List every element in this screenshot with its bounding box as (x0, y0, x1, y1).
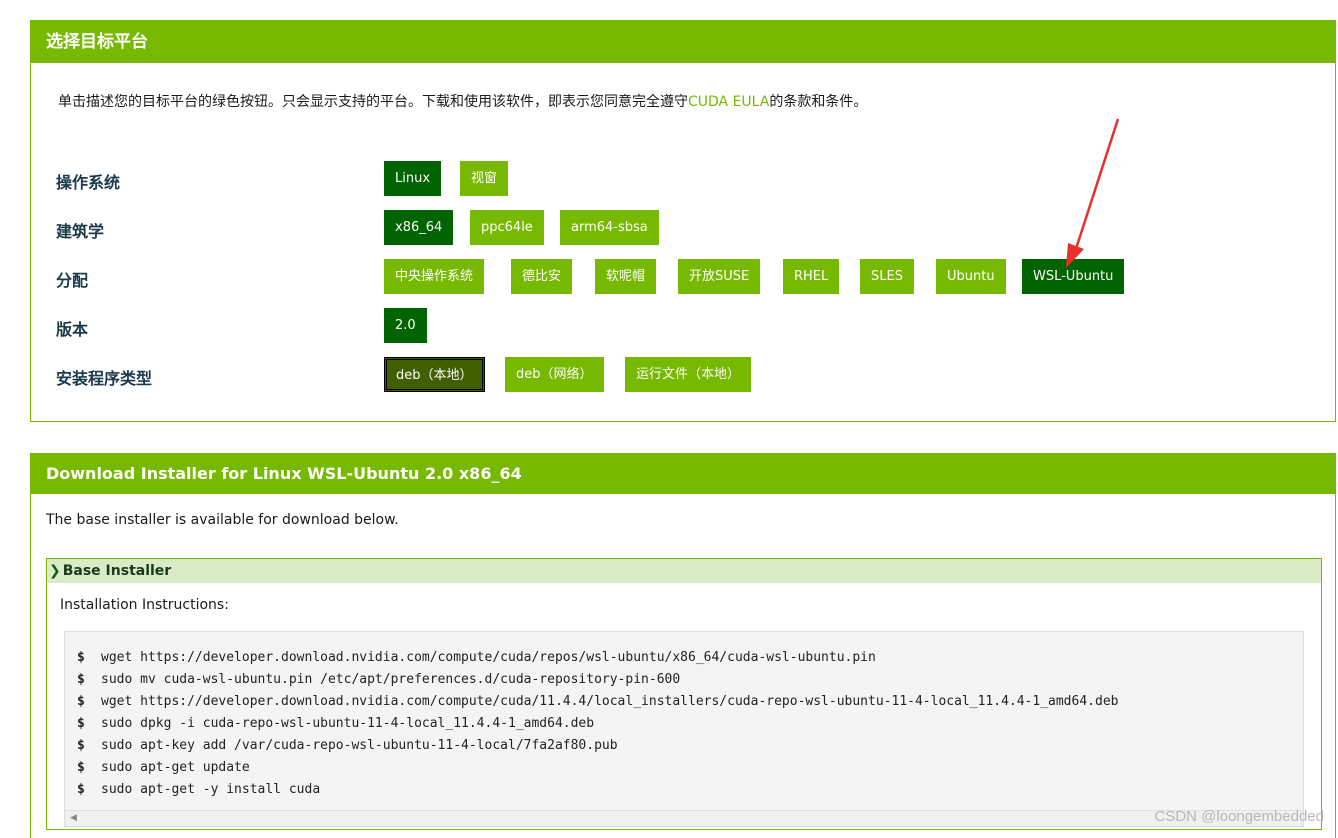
version-label: 版本 (56, 320, 89, 339)
installer-type-label: 安装程序类型 (56, 369, 153, 388)
architecture-label: 建筑学 (56, 222, 105, 241)
download-panel-title: Download Installer for Linux WSL-Ubuntu … (31, 454, 1335, 494)
command-line: $ wget https://developer.download.nvidia.… (77, 691, 1303, 713)
distro-option-ubuntu[interactable]: Ubuntu (936, 259, 1006, 294)
distro-option-opensuse[interactable]: 开放SUSE (678, 259, 761, 294)
command-text: sudo apt-key add /var/cuda-repo-wsl-ubun… (101, 738, 618, 753)
base-installer-section: ❯ Base Installer Installation Instruction… (46, 558, 1322, 830)
distro-option-centos[interactable]: 中央操作系统 (384, 259, 485, 294)
shell-prompt: $ (77, 694, 85, 709)
command-line: $ sudo apt-key add /var/cuda-repo-wsl-ubu… (77, 735, 1303, 757)
command-text: wget https://developer.download.nvidia.c… (101, 694, 1119, 709)
arch-option-x86-64[interactable]: x86_64 (384, 210, 454, 245)
intro-text-after: 的条款和条件。 (769, 94, 868, 110)
arch-option-arm64-sbsa[interactable]: arm64-sbsa (560, 210, 659, 245)
shell-prompt: $ (77, 760, 85, 775)
distribution-label: 分配 (56, 271, 89, 290)
os-option-linux[interactable]: Linux (384, 161, 442, 196)
distro-option-sles[interactable]: SLES (860, 259, 914, 294)
select-target-platform-panel: 选择目标平台 单击描述您的目标平台的绿色按钮。只会显示支持的平台。下载和使用该软… (30, 20, 1336, 422)
cuda-eula-link[interactable]: CUDA EULA (688, 94, 769, 110)
command-line: $ sudo apt-get update (77, 757, 1303, 779)
command-line: $ sudo apt-get -y install cuda (77, 779, 1303, 801)
scroll-left-arrow-icon[interactable]: ◀ (70, 813, 77, 823)
horizontal-scrollbar[interactable]: ◀ (65, 810, 1303, 826)
distro-option-debian[interactable]: 德比安 (511, 259, 573, 294)
installer-option-runfile-local[interactable]: 运行文件（本地） (625, 357, 752, 392)
os-label: 操作系统 (56, 173, 121, 192)
command-line: $ sudo mv cuda-wsl-ubuntu.pin /etc/apt/pr… (77, 669, 1303, 691)
shell-prompt: $ (77, 782, 85, 797)
arch-option-ppc64le[interactable]: ppc64le (470, 210, 544, 245)
download-installer-panel: Download Installer for Linux WSL-Ubuntu … (30, 453, 1336, 838)
panel-title: 选择目标平台 (31, 21, 1335, 63)
availability-text: The base installer is available for down… (46, 512, 399, 528)
shell-prompt: $ (77, 738, 85, 753)
installation-instructions-label: Installation Instructions: (60, 597, 229, 613)
command-text: sudo apt-get -y install cuda (101, 782, 321, 797)
intro-text-before: 单击描述您的目标平台的绿色按钮。只会显示支持的平台。下载和使用该软件，即表示您同… (58, 94, 688, 110)
installer-option-deb-network[interactable]: deb（网络） (505, 357, 604, 392)
intro-text: 单击描述您的目标平台的绿色按钮。只会显示支持的平台。下载和使用该软件，即表示您同… (58, 91, 867, 111)
command-line: $ sudo dpkg -i cuda-repo-wsl-ubuntu-11-4-… (77, 713, 1303, 735)
shell-prompt: $ (77, 716, 85, 731)
distro-option-fedora[interactable]: 软呢帽 (595, 259, 657, 294)
shell-prompt: $ (77, 650, 85, 665)
shell-prompt: $ (77, 672, 85, 687)
installer-option-deb-local[interactable]: deb（本地） (384, 357, 485, 392)
chevron-right-icon: ❯ (49, 563, 61, 579)
command-text: sudo mv cuda-wsl-ubuntu.pin /etc/apt/pre… (101, 672, 681, 687)
version-option-2-0[interactable]: 2.0 (384, 308, 427, 343)
command-text: sudo apt-get update (101, 760, 250, 775)
base-installer-header[interactable]: ❯ Base Installer (47, 559, 1321, 583)
command-text: sudo dpkg -i cuda-repo-wsl-ubuntu-11-4-l… (101, 716, 595, 731)
command-code-block: $ wget https://developer.download.nvidia.… (64, 631, 1304, 827)
annotation-arrow-icon (1066, 118, 1120, 268)
base-installer-title: Base Installer (62, 563, 172, 579)
command-text: wget https://developer.download.nvidia.c… (101, 650, 876, 665)
distro-option-rhel[interactable]: RHEL (783, 259, 840, 294)
os-option-windows[interactable]: 视窗 (460, 161, 509, 196)
command-line: $ wget https://developer.download.nvidia.… (77, 647, 1303, 669)
csdn-watermark: CSDN @loongembedded (1154, 808, 1325, 825)
